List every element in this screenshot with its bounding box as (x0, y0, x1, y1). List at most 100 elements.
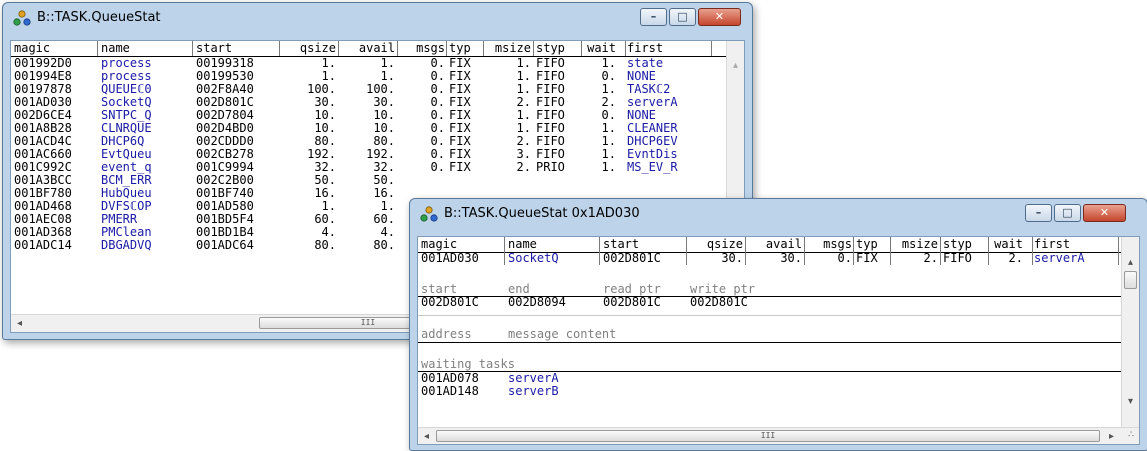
cell-msgs: 0. (837, 251, 852, 265)
column-separator[interactable] (581, 41, 582, 56)
vertical-scrollbar[interactable]: ▴ ▾ (1121, 237, 1139, 427)
table-header: magic name start qsize avail msgs typ msize styp… (11, 42, 744, 55)
column-separator[interactable] (711, 41, 712, 56)
column-separator[interactable] (804, 237, 805, 265)
column-separator[interactable] (1032, 237, 1033, 265)
minimize-button[interactable]: – (640, 8, 667, 26)
column-separator[interactable] (279, 41, 280, 56)
maximize-button[interactable]: □ (1054, 204, 1081, 222)
column-separator[interactable] (533, 41, 534, 56)
cell-avail: 30. (780, 251, 802, 265)
column-separator[interactable] (504, 237, 505, 265)
column-separator[interactable] (483, 41, 484, 56)
cell-start: 001ADC64 (196, 238, 254, 252)
cell-avail: 80. (373, 238, 395, 252)
column-header-name: name (508, 237, 537, 251)
column-header-magic: magic (421, 237, 458, 251)
queuestat-detail-window: B::TASK.QueueStat 0x1AD030 – □ ✕ magic na… (409, 198, 1147, 451)
cell-name: SocketQ (508, 251, 559, 265)
column-header-avail: avail (358, 41, 395, 55)
message-header-label: message content (508, 327, 617, 341)
column-header-typ: typ (856, 237, 878, 251)
table-header: magic name start qsize avail msgs typ msize styp… (418, 238, 1139, 251)
app-icon (420, 206, 438, 222)
horizontal-scrollbar[interactable]: ◂ III ▸ ∴ (418, 427, 1139, 444)
message-header: address message content (418, 328, 1139, 341)
column-separator[interactable] (192, 41, 193, 56)
column-header-qsize: qsize (706, 237, 743, 251)
column-header-first: first (1034, 237, 1071, 251)
cell-wait: 1. (601, 160, 616, 174)
minimize-icon: – (650, 10, 657, 23)
cell-styp: PRIO (536, 160, 565, 174)
close-icon: ✕ (714, 10, 725, 23)
scroll-thumb[interactable]: III (436, 430, 1100, 442)
scroll-right-icon[interactable]: ▸ (1103, 428, 1120, 444)
column-header-start: start (196, 41, 233, 55)
cell-typ: FIX (449, 160, 471, 174)
column-header-start: start (603, 237, 640, 251)
column-separator[interactable] (97, 41, 98, 56)
maximize-icon: □ (1062, 206, 1073, 219)
close-button[interactable]: ✕ (698, 8, 741, 26)
column-header-first: first (627, 41, 664, 55)
maximize-icon: □ (677, 10, 688, 23)
column-header-msize: msize (901, 237, 938, 251)
buffer-value: 002D8094 (508, 295, 566, 309)
scroll-left-icon[interactable]: ◂ (11, 315, 28, 332)
buffer-value: 002D801C (690, 295, 748, 309)
cell-qsize: 30. (721, 251, 743, 265)
column-separator[interactable] (599, 237, 600, 265)
column-separator[interactable] (890, 237, 891, 265)
maximize-button[interactable]: □ (669, 8, 696, 26)
column-separator[interactable] (853, 237, 854, 265)
title-bar[interactable]: B::TASK.QueueStat 0x1AD030 – □ ✕ (410, 199, 1147, 229)
column-header-msgs: msgs (823, 237, 852, 251)
vertical-scroll-thumb[interactable] (1124, 271, 1137, 289)
cell-first: serverA (1034, 251, 1085, 265)
task-magic: 001AD148 (421, 384, 479, 398)
column-separator[interactable] (686, 237, 687, 265)
column-separator[interactable] (940, 237, 941, 265)
close-icon: ✕ (1099, 206, 1110, 219)
column-separator[interactable] (625, 41, 626, 56)
message-header-label: address (421, 327, 472, 341)
buffer-value: 002D801C (421, 295, 479, 309)
cell-wait: 2. (1008, 251, 1023, 265)
close-button[interactable]: ✕ (1083, 204, 1126, 222)
minimize-icon: – (1035, 206, 1042, 219)
scroll-thumb-grip: III (760, 431, 776, 440)
window-title: B::TASK.QueueStat 0x1AD030 (444, 206, 640, 221)
task-name: serverB (508, 384, 559, 398)
minimize-button[interactable]: – (1025, 204, 1052, 222)
column-header-qsize: qsize (299, 41, 336, 55)
resize-grip-icon[interactable]: ∴ (1124, 430, 1138, 440)
column-header-styp: styp (943, 237, 972, 251)
scroll-up-icon[interactable]: ▴ (1122, 254, 1139, 271)
title-bar[interactable]: B::TASK.QueueStat – □ ✕ (3, 3, 752, 33)
column-separator[interactable] (338, 41, 339, 56)
column-separator[interactable] (745, 237, 746, 265)
column-header-wait: wait (994, 237, 1023, 251)
buffer-values: 002D801C 002D8094 002D801C 002D801C (418, 296, 1139, 309)
column-separator[interactable] (397, 41, 398, 56)
scroll-up-icon[interactable]: ▴ (727, 57, 744, 74)
scroll-left-icon[interactable]: ◂ (418, 428, 435, 444)
cell-name: DBGADVQ (101, 238, 152, 252)
list-item[interactable]: 001AD148 serverB (418, 385, 1139, 398)
cell-magic: 001ADC14 (14, 238, 72, 252)
scroll-down-icon[interactable]: ▾ (1122, 393, 1139, 410)
buffer-value: 002D801C (603, 295, 661, 309)
column-separator[interactable] (446, 41, 447, 56)
cell-msgs: 0. (430, 160, 445, 174)
window-title: B::TASK.QueueStat (37, 10, 161, 25)
column-separator[interactable] (988, 237, 989, 265)
column-header-magic: magic (14, 41, 51, 55)
table-row[interactable]: 001AD030 SocketQ 002D801C 30. 30. 0. FIX 2. FIFO… (418, 252, 1139, 265)
app-icon (13, 10, 31, 26)
column-separator[interactable] (1118, 237, 1119, 265)
queue-detail-area: magic name start qsize avail msgs typ msize styp… (417, 236, 1140, 445)
column-header-typ: typ (449, 41, 471, 55)
cell-start: 002D801C (603, 251, 661, 265)
waiting-tasks-label: waiting tasks (421, 357, 515, 371)
